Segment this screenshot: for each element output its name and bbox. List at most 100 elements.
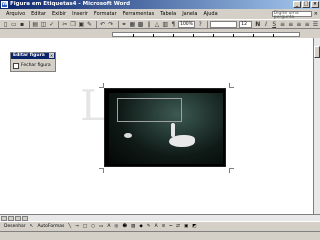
oval-icon[interactable]: ○: [89, 224, 97, 229]
align-right-icon[interactable]: ≡: [295, 20, 302, 28]
menu-formatar[interactable]: Formatar: [91, 10, 120, 18]
close-toolbar-icon[interactable]: ×: [49, 53, 54, 58]
ruler-track: [112, 32, 300, 37]
bold-icon[interactable]: N: [254, 20, 261, 28]
underline-icon[interactable]: S: [271, 20, 278, 28]
shadow-icon[interactable]: ▣: [182, 224, 190, 229]
columns-icon[interactable]: ∥: [145, 20, 152, 28]
close-picture-icon: [13, 62, 19, 69]
window-title: Figura em Etiquetas4 - Microsoft Word: [10, 1, 131, 7]
minimize-button[interactable]: _: [293, 1, 301, 8]
toolbar-separator: [96, 20, 98, 28]
numbering-icon[interactable]: ☰: [312, 20, 319, 28]
swan-body: [169, 135, 195, 147]
ruler-tick: [193, 34, 194, 37]
print-icon[interactable]: ▤: [32, 20, 39, 28]
menu-exibir[interactable]: Exibir: [49, 10, 69, 18]
dash-style-icon[interactable]: ┅: [167, 224, 174, 229]
insert-picture-icon[interactable]: ▨: [129, 224, 137, 229]
toolbar-separator: [28, 20, 30, 28]
menu-ferramentas[interactable]: Ferramentas: [120, 10, 158, 18]
redo-icon[interactable]: ↷: [107, 20, 114, 28]
cut-icon[interactable]: ✂: [61, 20, 68, 28]
spelling-icon[interactable]: ✓: [48, 20, 55, 28]
table-icon[interactable]: ▦: [129, 20, 136, 28]
photo-scene: [109, 93, 223, 164]
drawing-toolbar: Desenhar ↖ AutoFormas ╲ → □ ○ ▭ A ◎ ☻ ▨ …: [0, 221, 320, 231]
autoshapes-menu[interactable]: AutoFormas: [35, 224, 66, 229]
italic-icon[interactable]: I: [262, 20, 269, 28]
format-painter-icon[interactable]: ✎: [86, 20, 93, 28]
edit-picture-toolbar[interactable]: Editar figura × Fechar figura: [10, 52, 56, 72]
ruler-tick: [233, 34, 234, 37]
ruler-tick: [213, 34, 214, 37]
horizontal-scrollbar[interactable]: [0, 214, 320, 221]
close-document-icon[interactable]: ×: [314, 11, 318, 17]
text-box-icon[interactable]: ▭: [97, 224, 105, 229]
horizontal-ruler[interactable]: [0, 31, 320, 38]
open-folder-icon[interactable]: ▭: [10, 20, 17, 28]
arrow-style-icon[interactable]: ⇄: [174, 224, 182, 229]
ruler-tick: [273, 34, 274, 37]
select-objects-icon[interactable]: ↖: [28, 224, 36, 229]
show-hide-icon[interactable]: ¶: [170, 20, 177, 28]
close-picture-label: Fechar figura: [21, 63, 51, 68]
line-style-icon[interactable]: ≡: [160, 224, 168, 229]
selection-rectangle[interactable]: [117, 98, 182, 122]
menu-ajuda[interactable]: Ajuda: [200, 10, 220, 18]
excel-icon[interactable]: ▩: [137, 20, 144, 28]
title-bar: W Figura em Etiquetas4 - Microsoft Word …: [0, 0, 320, 9]
paste-icon[interactable]: ▣: [78, 20, 85, 28]
zoom-select[interactable]: 100%: [178, 20, 195, 28]
help-question-input[interactable]: Digite uma pergunta: [271, 11, 312, 20]
ruler-tick: [133, 34, 134, 37]
3d-icon[interactable]: ◩: [190, 224, 198, 229]
style-select[interactable]: [209, 20, 238, 28]
ruler-tick: [153, 34, 154, 37]
maximize-button[interactable]: □: [302, 1, 310, 8]
menu-tabela[interactable]: Tabela: [157, 10, 179, 18]
save-icon[interactable]: ▪: [18, 20, 25, 28]
distant-swan: [124, 133, 132, 138]
align-left-icon[interactable]: ≡: [279, 20, 286, 28]
new-document-icon[interactable]: ▯: [2, 20, 9, 28]
menu-arquivo[interactable]: Arquivo: [3, 10, 28, 18]
font-color-icon[interactable]: A: [153, 224, 160, 229]
ruler-tick: [253, 34, 254, 37]
wordart-icon[interactable]: A: [105, 224, 112, 229]
toolbar-separator: [206, 20, 208, 28]
word-app-icon: W: [1, 1, 8, 8]
align-center-icon[interactable]: ≡: [287, 20, 294, 28]
diagram-icon[interactable]: ◎: [112, 224, 120, 229]
draw-menu[interactable]: Desenhar: [2, 224, 28, 229]
clip-art-icon[interactable]: ☻: [120, 224, 129, 229]
font-size-select[interactable]: 12: [239, 20, 253, 28]
swan-photo[interactable]: [104, 88, 226, 167]
document-map-icon[interactable]: ▥: [162, 20, 169, 28]
help-icon[interactable]: ?: [197, 20, 204, 28]
fill-color-icon[interactable]: ◆: [137, 224, 144, 229]
line-icon[interactable]: ╲: [66, 224, 73, 229]
menu-editar[interactable]: Editar: [28, 10, 49, 18]
print-preview-icon[interactable]: ◫: [40, 20, 47, 28]
menu-bar: Arquivo Editar Exibir Inserir Formatar F…: [0, 10, 320, 20]
close-button[interactable]: ×: [311, 1, 319, 8]
line-color-icon[interactable]: ✎: [145, 224, 153, 229]
page-corner-mark: [229, 168, 234, 173]
justify-icon[interactable]: ≡: [304, 20, 311, 28]
page-corner-mark: [99, 168, 104, 173]
vertical-scrollbar[interactable]: [313, 38, 320, 214]
scroll-thumb[interactable]: [314, 46, 320, 58]
copy-icon[interactable]: ❐: [69, 20, 76, 28]
standard-toolbar: ▯ ▭ ▪ ▤ ◫ ✓ ✂ ❐ ▣ ✎ ↶ ↷ ⚭ ▦ ▩ ∥ △ ▥ ¶ 10…: [0, 19, 320, 29]
hyperlink-icon[interactable]: ⚭: [120, 20, 127, 28]
close-picture-button[interactable]: Fechar figura: [13, 61, 55, 70]
undo-icon[interactable]: ↶: [99, 20, 106, 28]
arrow-icon[interactable]: →: [73, 224, 81, 229]
swan-neck: [171, 123, 175, 137]
rectangle-icon[interactable]: □: [81, 224, 89, 229]
menu-janela[interactable]: Janela: [179, 10, 200, 18]
menu-inserir[interactable]: Inserir: [69, 10, 91, 18]
status-bar: [0, 231, 320, 240]
drawing-icon[interactable]: △: [153, 20, 160, 28]
